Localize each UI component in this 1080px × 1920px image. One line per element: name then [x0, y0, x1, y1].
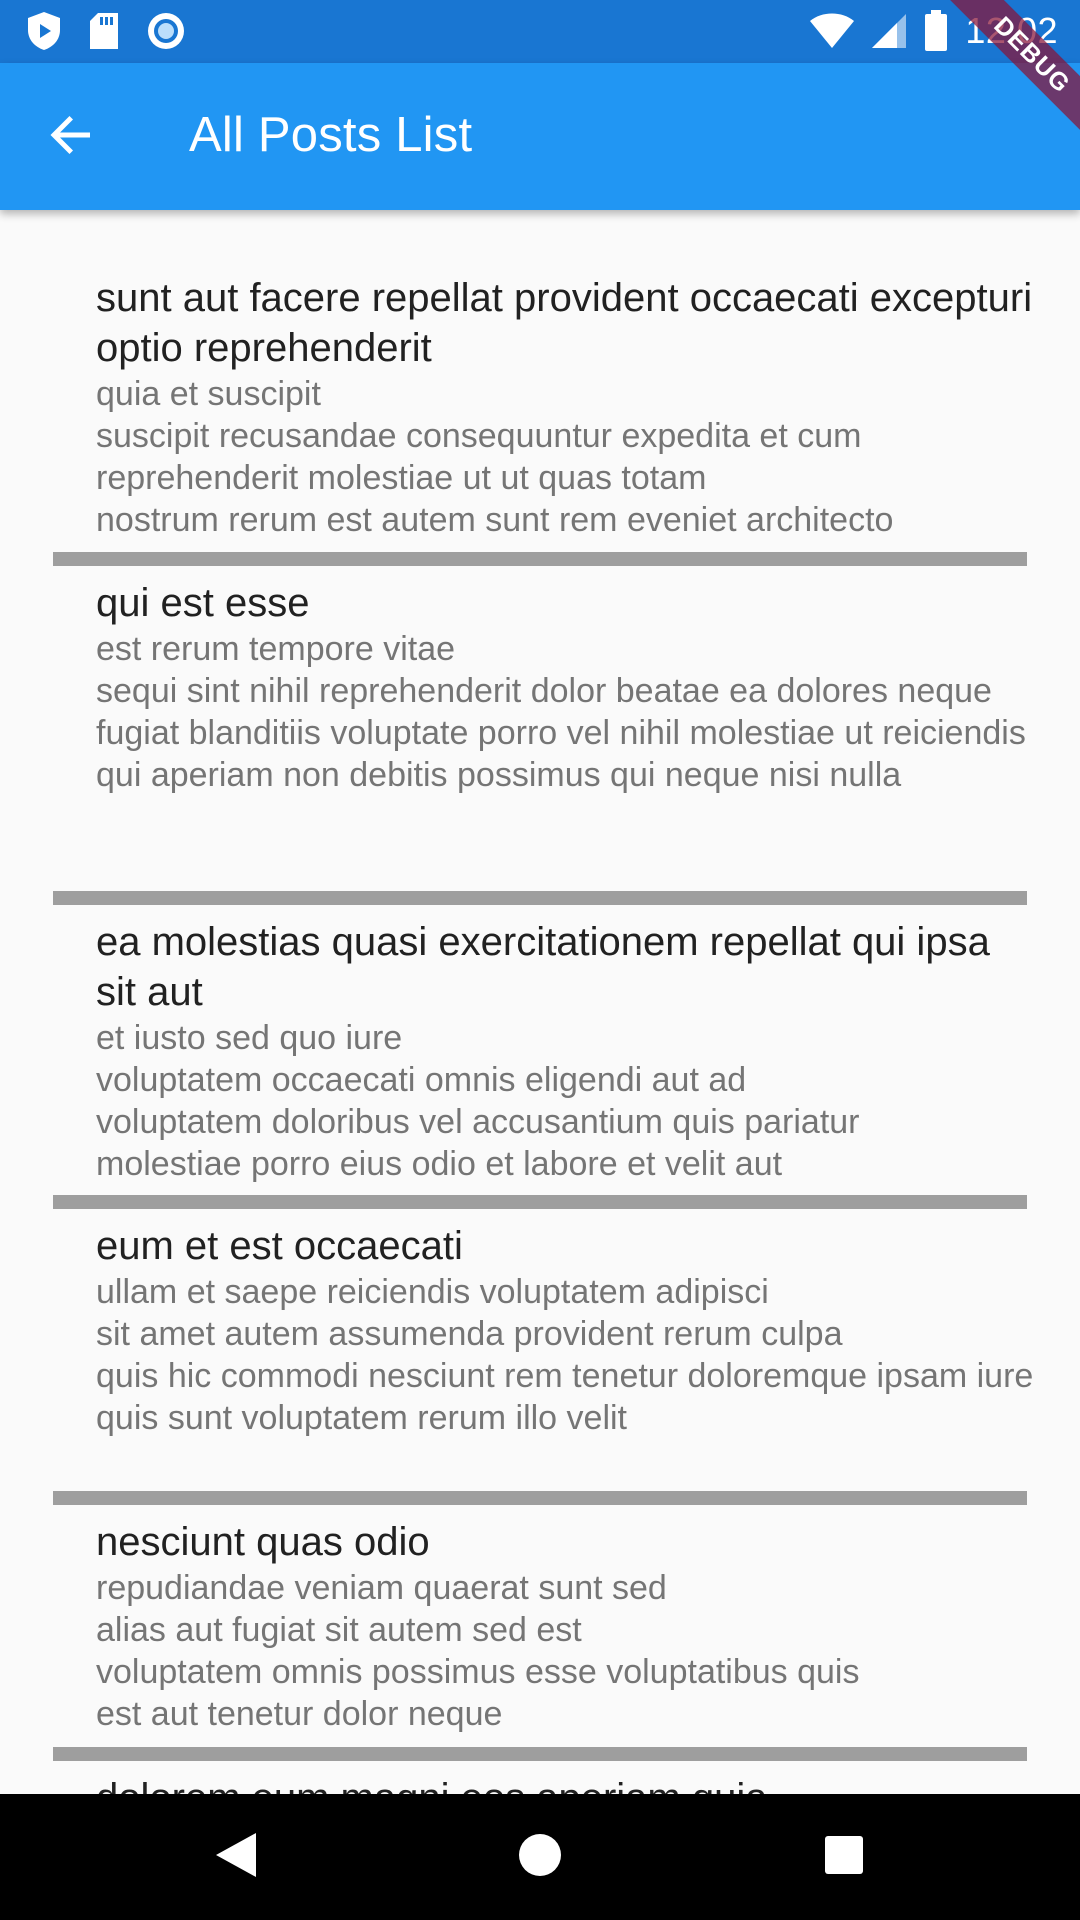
post-title: dolorem eum magni eos aperiam quia: [96, 1773, 1036, 1794]
app-bar: All Posts List: [0, 63, 1080, 210]
list-item[interactable]: qui est esse est rerum tempore vitae seq…: [96, 578, 1036, 796]
list-item[interactable]: eum et est occaecati ullam et saepe reic…: [96, 1221, 1036, 1439]
back-button[interactable]: [30, 100, 114, 174]
status-time: 12:02: [965, 10, 1058, 51]
status-bar-left-icons: [26, 10, 186, 52]
post-body: et iusto sed quo iure voluptatem occaeca…: [96, 1019, 860, 1183]
post-body: est rerum tempore vitae sequi sint nihil…: [96, 630, 1026, 794]
signal-icon: [871, 13, 907, 49]
shield-play-icon: [26, 11, 62, 51]
list-item[interactable]: ea molestias quasi exercitationem repell…: [96, 917, 1036, 1185]
post-title: ea molestias quasi exercitationem repell…: [96, 920, 990, 1014]
system-nav-bar: [0, 1794, 1080, 1920]
nav-back-icon: [214, 1831, 258, 1884]
post-title: eum et est occaecati: [96, 1224, 463, 1268]
nav-recents-icon: [824, 1835, 864, 1880]
post-list[interactable]: sunt aut facere repellat provident occae…: [0, 210, 1080, 1794]
divider: [53, 1491, 1027, 1505]
divider: [53, 552, 1027, 566]
divider: [53, 1747, 1027, 1761]
list-item[interactable]: dolorem eum magni eos aperiam quia: [96, 1773, 1036, 1794]
nav-home-icon: [518, 1833, 562, 1882]
post-body: quia et suscipit suscipit recusandae con…: [96, 375, 894, 539]
sd-card-icon: [88, 12, 120, 50]
arrow-back-icon: [50, 113, 94, 162]
status-bar-right-icons: 12:02: [809, 8, 1058, 54]
post-title: qui est esse: [96, 581, 310, 625]
divider: [53, 1195, 1027, 1209]
post-title: sunt aut facere repellat provident occae…: [96, 276, 1033, 370]
post-title: nesciunt quas odio: [96, 1520, 430, 1564]
post-body: repudiandae veniam quaerat sunt sed alia…: [96, 1569, 860, 1733]
divider: [53, 891, 1027, 905]
status-bar: 12:02: [0, 0, 1080, 63]
wifi-icon: [809, 13, 855, 49]
nav-recents-button[interactable]: [804, 1822, 884, 1892]
list-item[interactable]: nesciunt quas odio repudiandae veniam qu…: [96, 1517, 1036, 1735]
post-body: ullam et saepe reiciendis voluptatem adi…: [96, 1273, 1034, 1437]
nav-back-button[interactable]: [196, 1822, 276, 1892]
list-item[interactable]: sunt aut facere repellat provident occae…: [96, 273, 1036, 541]
nav-home-button[interactable]: [500, 1822, 580, 1892]
battery-icon: [923, 10, 949, 52]
page-title: All Posts List: [189, 108, 473, 162]
circle-record-icon: [146, 11, 186, 51]
